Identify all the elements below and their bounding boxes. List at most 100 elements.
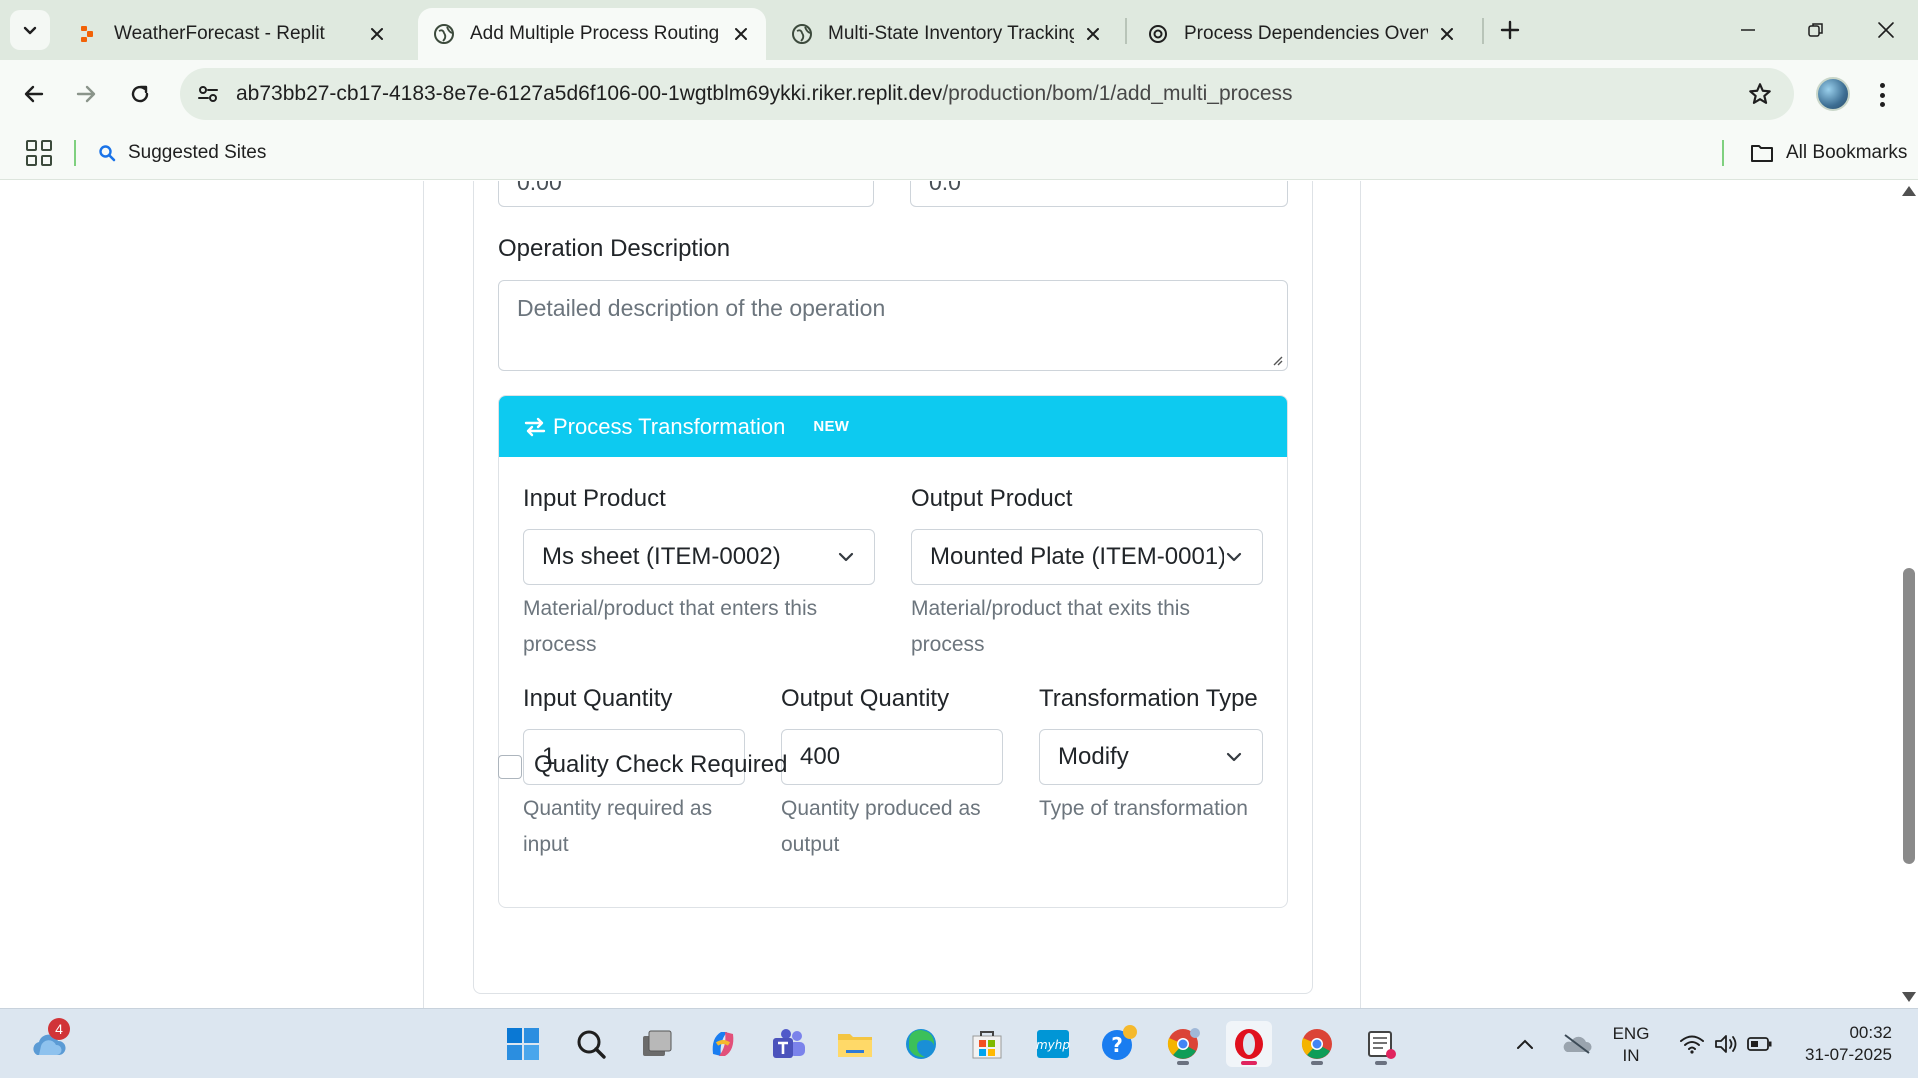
input-quantity-label: Input Quantity [523,685,673,712]
chevron-down-icon [1224,747,1244,767]
opera-app[interactable] [1226,1021,1272,1067]
help-icon: ? [1102,1025,1137,1060]
new-badge: NEW [813,418,850,435]
tab-weatherforecast[interactable]: WeatherForecast - Replit [62,8,402,60]
quality-check-checkbox[interactable] [498,755,522,779]
wifi-icon [1680,1035,1704,1054]
snipping-tool-app[interactable] [1358,1021,1404,1067]
close-icon[interactable] [366,23,388,45]
restore-icon [1808,23,1823,37]
copilot-icon [712,1032,734,1056]
edge-app[interactable] [898,1021,944,1067]
help-line: input [523,833,569,856]
volume-icon [1715,1035,1737,1053]
tab-add-multiple-process-routing[interactable]: Add Multiple Process Routing - [418,8,766,60]
restore-button[interactable] [1796,12,1836,48]
battery-icon [1747,1037,1772,1051]
output-quantity-help: Quantity produced as output [781,791,981,863]
output-product-select[interactable]: Mounted Plate (ITEM-0001) [911,529,1263,585]
close-window-button[interactable] [1866,12,1906,48]
running-indicator [1311,1061,1323,1065]
svg-text:myhp: myhp [1036,1038,1070,1052]
previous-number-input-left[interactable]: 0.00 [498,181,874,207]
file-explorer-app[interactable] [832,1021,878,1067]
search-icon [98,144,116,162]
scroll-up-arrow-icon[interactable] [1902,186,1916,196]
start-button[interactable] [500,1021,546,1067]
search-button[interactable] [568,1021,614,1067]
bookmarks-bar: Suggested Sites All Bookmarks [0,128,1918,180]
scroll-down-arrow-icon[interactable] [1902,992,1916,1002]
resize-handle-icon[interactable] [1271,354,1283,366]
copilot-app[interactable] [700,1021,746,1067]
reload-icon [131,85,149,103]
myhp-app[interactable]: myhp [1030,1021,1076,1067]
close-icon [1878,22,1894,38]
tab-process-dependencies[interactable]: Process Dependencies Overview [1132,8,1472,60]
url-path: /production/bom/1/add_multi_process [942,82,1293,105]
task-view-button[interactable] [634,1021,680,1067]
previous-number-input-right[interactable]: 0.0 [910,181,1288,207]
select-value: Mounted Plate (ITEM-0001) [930,543,1227,570]
quality-check-label[interactable]: Quality Check Required [534,751,787,779]
microsoft-store-app[interactable] [964,1021,1010,1067]
more-menu-icon[interactable] [1872,80,1892,110]
globe-icon [790,22,814,46]
bookmarks-divider [74,140,76,166]
operation-description-label: Operation Description [498,235,731,262]
help-line: Material/product that enters this [523,597,818,620]
close-icon[interactable] [1082,23,1104,45]
transformation-type-select[interactable]: Modify [1039,729,1263,785]
chrome-icon [1301,1029,1332,1059]
input-product-select[interactable]: Ms sheet (ITEM-0002) [523,529,875,585]
minimize-button[interactable] [1728,12,1768,48]
profile-avatar[interactable] [1816,77,1850,111]
close-icon[interactable] [730,23,752,45]
tab-multi-state-inventory[interactable]: Multi-State Inventory Tracking [776,8,1118,60]
quick-settings-button[interactable] [1666,1021,1786,1067]
get-help-app[interactable]: ? [1096,1021,1142,1067]
transformation-type-label: Transformation Type [1039,685,1258,712]
close-icon[interactable] [1436,23,1458,45]
clock[interactable]: 00:32 31-07-2025 [1796,1022,1892,1066]
process-transformation-header: Process Transformation NEW [499,396,1287,457]
bookmarks-divider [1722,140,1724,166]
tab-title: Multi-State Inventory Tracking [828,23,1074,44]
output-product-help: Material/product that exits this process [911,591,1190,663]
tab-title: Add Multiple Process Routing - [470,23,722,44]
browser-toolbar: ab73bb27-cb17-4183-8e7e-6127a5d6f106-00-… [0,60,1918,128]
back-button[interactable] [14,74,54,114]
input-language-indicator[interactable]: ENG IN [1604,1023,1658,1067]
new-tab-button[interactable] [1490,12,1530,48]
input-product-label: Input Product [523,485,666,512]
help-line: process [523,633,597,656]
output-quantity-field[interactable]: 400 [781,729,1003,785]
language-code: ENG [1612,1024,1650,1043]
chrome-app-profile[interactable] [1160,1021,1206,1067]
help-line: Type of transformation [1039,797,1248,820]
bookmark-suggested-sites[interactable]: Suggested Sites [98,138,266,168]
show-hidden-icons-button[interactable] [1502,1021,1548,1067]
all-bookmarks-button[interactable]: All Bookmarks [1750,138,1907,168]
opera-icon [1235,1029,1263,1059]
input-value: 0.0 [929,181,961,195]
tab-search-button[interactable] [10,10,50,50]
apps-grid-icon[interactable] [26,140,52,166]
onedrive-status[interactable] [1554,1021,1600,1067]
myhp-icon: myhp [1036,1030,1070,1058]
scrollbar-thumb[interactable] [1903,568,1915,864]
windows-taskbar: myhp ? ENG IN 00:32 31-07-2025 [0,1008,1918,1078]
forward-button[interactable] [66,74,106,114]
teams-app[interactable] [766,1021,812,1067]
address-bar[interactable]: ab73bb27-cb17-4183-8e7e-6127a5d6f106-00-… [180,68,1794,120]
chrome-app[interactable] [1294,1021,1340,1067]
minimize-icon [1741,29,1755,31]
reload-button[interactable] [120,74,160,114]
input-quantity-help: Quantity required as input [523,791,712,863]
browser-tab-strip: WeatherForecast - Replit Add Multiple Pr… [0,0,1918,60]
site-info-icon[interactable] [188,74,228,114]
bookmark-star-icon[interactable] [1740,74,1780,114]
input-value: 400 [800,743,841,770]
teams-icon [773,1029,805,1058]
operation-description-textarea[interactable]: Detailed description of the operation [498,280,1288,371]
